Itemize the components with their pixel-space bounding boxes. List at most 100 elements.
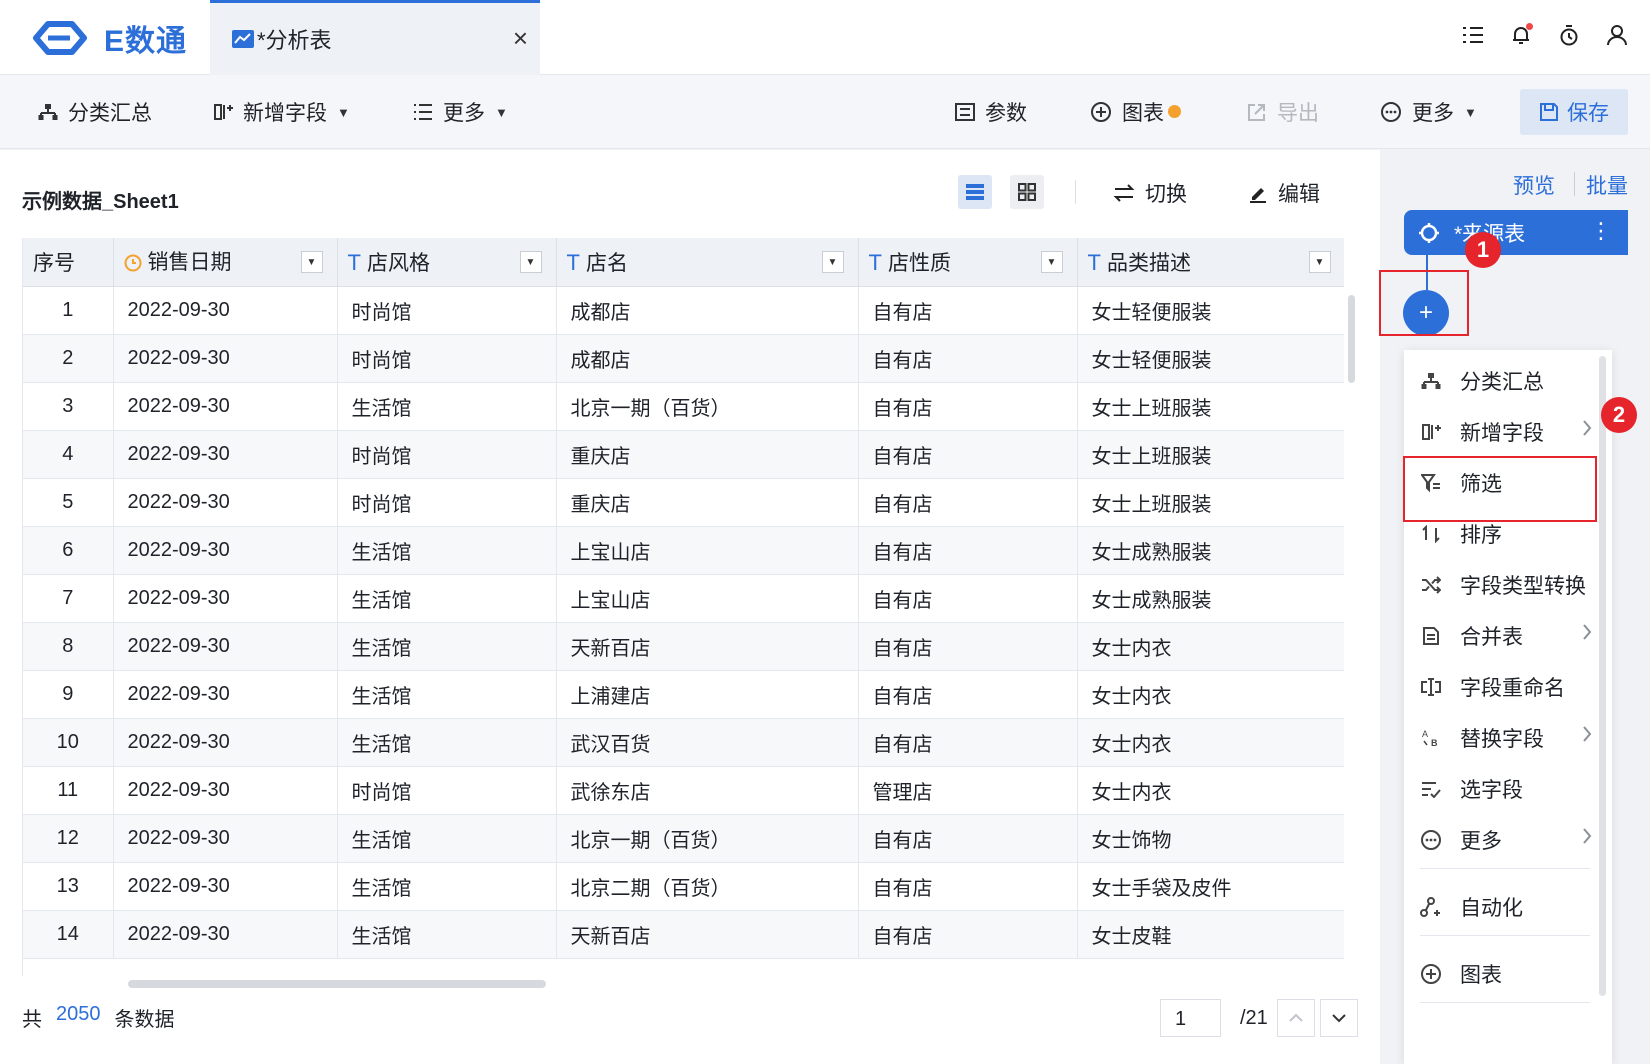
replace-icon: AB (1420, 727, 1442, 749)
vertical-scrollbar[interactable] (1348, 295, 1355, 383)
timer-icon[interactable] (1556, 22, 1582, 48)
edit-button[interactable]: 编辑 (1248, 178, 1320, 208)
table-cell: 生活馆 (337, 718, 557, 767)
save-button[interactable]: 保存 (1520, 89, 1628, 135)
table-cell: 自有店 (858, 334, 1078, 383)
menu-item-automation[interactable]: 自动化 (1404, 882, 1594, 932)
table-row[interactable]: 4 2022-09-30 时尚馆 重庆店 自有店 女士上班服装 (23, 430, 1344, 479)
column-header-style[interactable]: T 店风格 ▼ (337, 238, 557, 287)
table-row[interactable]: 14 2022-09-30 生活馆 天新百店 自有店 女士皮鞋 (23, 910, 1344, 959)
add-field-button[interactable]: 新增字段 ▼ (213, 95, 350, 129)
menu-item-label: 新增字段 (1460, 422, 1544, 445)
chart-button[interactable]: 图表 (1090, 95, 1181, 129)
plus-circle-icon (1090, 101, 1112, 123)
params-button[interactable]: 参数 (955, 95, 1027, 129)
table-row[interactable]: 1 2022-09-30 时尚馆 成都店 自有店 女士轻便服装 (23, 286, 1344, 335)
total-pages: /21 (1240, 1007, 1268, 1029)
close-icon[interactable]: × (513, 25, 528, 51)
swap-icon (1113, 184, 1135, 202)
table-cell: 生活馆 (337, 574, 557, 623)
group-summary-button[interactable]: 分类汇总 (38, 95, 152, 129)
preview-link[interactable]: 预览 (1513, 170, 1555, 200)
top-icon-group (1460, 22, 1630, 48)
table-cell: 生活馆 (337, 526, 557, 575)
table-cell: 2022-09-30 (113, 766, 338, 815)
menu-item-rename[interactable]: 字段重命名 (1404, 662, 1594, 712)
table-row[interactable]: 3 2022-09-30 生活馆 北京一期（百货） 自有店 女士上班服装 (23, 382, 1344, 431)
table-row[interactable]: 8 2022-09-30 生活馆 天新百店 自有店 女士内衣 (23, 622, 1344, 671)
menu-scrollbar[interactable] (1599, 356, 1606, 996)
export-button[interactable]: 导出 (1247, 95, 1319, 129)
table-row[interactable]: 9 2022-09-30 生活馆 上浦建店 自有店 女士内衣 (23, 670, 1344, 719)
column-header-category[interactable]: T 品类描述 ▼ (1077, 238, 1344, 287)
more-menu-left[interactable]: 更多 ▼ (413, 95, 508, 129)
more-icon (1380, 101, 1402, 123)
chevron-right-icon (1582, 623, 1592, 647)
column-header-store[interactable]: T 店名 ▼ (556, 238, 859, 287)
batch-link[interactable]: 批量 (1586, 170, 1628, 200)
table-row[interactable]: 11 2022-09-30 时尚馆 武徐东店 管理店 女士内衣 (23, 766, 1344, 815)
menu-item-label: 排序 (1460, 524, 1502, 547)
table-row[interactable]: 2 2022-09-30 时尚馆 成都店 自有店 女士轻便服装 (23, 334, 1344, 383)
page-number-input[interactable]: 1 (1160, 999, 1221, 1037)
prev-page-button[interactable] (1277, 999, 1315, 1037)
table-cell: 3 (23, 382, 114, 431)
table-row[interactable]: 5 2022-09-30 时尚馆 重庆店 自有店 女士上班服装 (23, 478, 1344, 527)
kebab-menu-icon[interactable]: ⋮ (1590, 220, 1612, 242)
menu-item-chart-add[interactable]: 图表 (1404, 949, 1594, 999)
divider (1574, 172, 1575, 196)
column-dropdown[interactable]: ▼ (1040, 251, 1063, 273)
bell-icon[interactable] (1508, 22, 1534, 48)
more-menu-right[interactable]: 更多 ▼ (1380, 95, 1477, 129)
horizontal-scrollbar[interactable] (128, 980, 546, 988)
column-title: 序号 (33, 251, 75, 275)
table-row[interactable]: 10 2022-09-30 生活馆 武汉百货 自有店 女士内衣 (23, 718, 1344, 767)
table-view-toggle[interactable] (958, 175, 992, 209)
table-cell: 天新百店 (556, 622, 859, 671)
rename-icon (1420, 676, 1442, 698)
chevron-up-icon (1289, 1013, 1303, 1022)
table-cell: 2022-09-30 (113, 718, 338, 767)
table-cell: 北京二期（百货） (556, 862, 859, 911)
menu-item-more[interactable]: 更多 (1404, 815, 1594, 865)
menu-item-select-field[interactable]: 选字段 (1404, 764, 1594, 814)
app-logo[interactable]: E数通 (28, 16, 187, 60)
data-preview-panel: 示例数据_Sheet1 切换 编辑 序号 销售日期 ▼ T 店风格 ▼ T 店名… (0, 150, 1380, 1064)
source-table-node[interactable]: *来源表 ⋮ (1404, 210, 1628, 255)
sheet-title: 示例数据_Sheet1 (22, 191, 179, 213)
chevron-right-icon (1582, 725, 1592, 749)
table-row[interactable]: 6 2022-09-30 生活馆 上宝山店 自有店 女士成熟服装 (23, 526, 1344, 575)
menu-item-replace[interactable]: A B 替换字段 (1404, 713, 1594, 763)
table-cell: 上宝山店 (556, 574, 859, 623)
table-row[interactable]: 7 2022-09-30 生活馆 上宝山店 自有店 女士成熟服装 (23, 574, 1344, 623)
menu-item-group[interactable]: 分类汇总 (1404, 356, 1594, 406)
table-cell: 生活馆 (337, 670, 557, 719)
more-left-label: 更多 (443, 102, 485, 125)
column-dropdown[interactable]: ▼ (519, 251, 542, 273)
table-cell: 时尚馆 (337, 478, 557, 527)
grid-view-toggle[interactable] (1010, 175, 1044, 209)
menu-item-label: 字段重命名 (1460, 677, 1565, 700)
tab-analysis[interactable]: *分析表 × (210, 0, 540, 75)
column-dropdown[interactable]: ▼ (300, 251, 323, 273)
menu-item-shuffle[interactable]: 字段类型转换 (1404, 560, 1594, 610)
text-type-icon: T (1087, 249, 1101, 275)
column-header-date[interactable]: 销售日期 ▼ (113, 238, 338, 287)
caret-down-icon: ▼ (1464, 104, 1477, 120)
user-icon[interactable] (1604, 22, 1630, 48)
chart-label: 图表 (1122, 102, 1164, 125)
column-title: 品类描述 (1106, 251, 1191, 275)
column-dropdown[interactable]: ▼ (821, 251, 844, 273)
column-header-store-type[interactable]: T 店性质 ▼ (858, 238, 1078, 287)
next-page-button[interactable] (1320, 999, 1358, 1037)
menu-item-label: 字段类型转换 (1460, 575, 1586, 598)
table-cell: 自有店 (858, 910, 1078, 959)
table-row[interactable]: 13 2022-09-30 生活馆 北京二期（百货） 自有店 女士手袋及皮件 (23, 862, 1344, 911)
table-row[interactable]: 12 2022-09-30 生活馆 北京一期（百货） 自有店 女士饰物 (23, 814, 1344, 863)
data-table: 序号 销售日期 ▼ T 店风格 ▼ T 店名 ▼ T 店性质 ▼ T 品类描述 ▼ 1 2022-… (22, 238, 1344, 976)
list-icon[interactable] (1460, 22, 1486, 48)
menu-item-merge-table[interactable]: 合并表 (1404, 611, 1594, 661)
column-dropdown[interactable]: ▼ (1308, 251, 1331, 273)
menu-item-add-field[interactable]: 新增字段 (1404, 407, 1594, 457)
switch-button[interactable]: 切换 (1113, 178, 1187, 208)
